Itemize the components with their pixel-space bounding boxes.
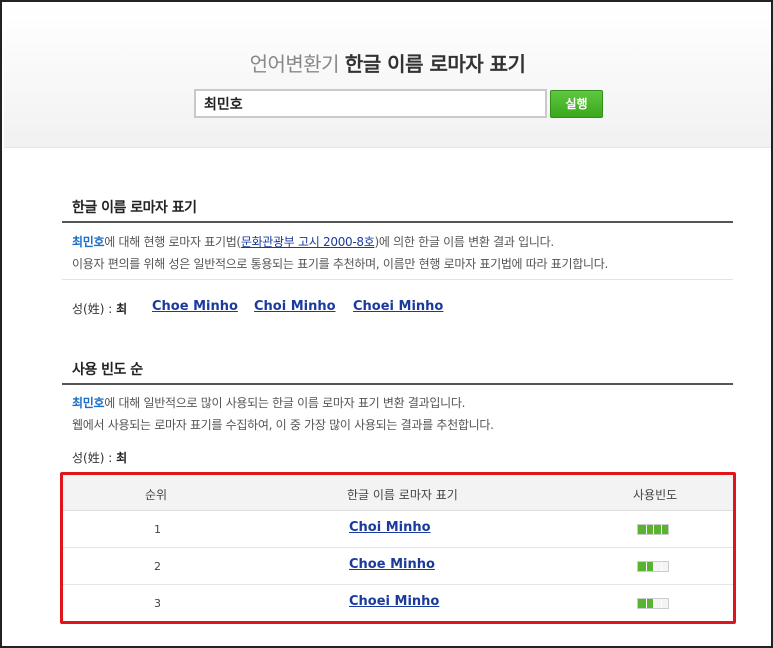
page-frame: 언어변환기 한글 이름 로마자 표기 실행 한글 이름 로마자 표기 최민호에 … — [0, 0, 773, 648]
section-title-frequency: 사용 빈도 순 — [72, 362, 143, 378]
surname-value: 최 — [116, 302, 128, 316]
title-main: 한글 이름 로마자 표기 — [344, 52, 526, 76]
query-name: 최민호 — [72, 235, 105, 249]
romanization-option-2[interactable]: Choi Minho — [254, 299, 336, 314]
desc-text: )에 의한 한글 이름 변환 결과 입니다. — [374, 235, 554, 249]
law-link[interactable]: 문화관광부 고시 2000-8호 — [241, 235, 375, 249]
romanization-option-1[interactable]: Choe Minho — [152, 299, 238, 314]
desc-text: 웹에서 사용되는 로마자 표기를 수집하여, 이 중 가장 많이 사용되는 결과… — [72, 418, 494, 432]
surname-label: 성(姓) : 최 — [72, 449, 127, 466]
section2-description: 최민호에 대해 일반적으로 많이 사용되는 한글 이름 로마자 표기 변환 결과… — [72, 392, 494, 436]
desc-text: 이용자 편의를 위해 성은 일반적으로 통용되는 표기를 추천하며, 이름만 현… — [72, 257, 609, 271]
header-area: 언어변환기 한글 이름 로마자 표기 — [4, 4, 771, 148]
run-button[interactable]: 실행 — [550, 90, 603, 118]
romanization-option-3[interactable]: Choei Minho — [353, 299, 443, 314]
page-title: 언어변환기 한글 이름 로마자 표기 — [4, 48, 771, 77]
section-title-romanization: 한글 이름 로마자 표기 — [72, 200, 197, 216]
section-divider — [62, 221, 733, 223]
title-sub: 언어변환기 — [249, 52, 340, 76]
highlight-box — [60, 472, 736, 624]
surname-label: 성(姓) : 최 — [72, 300, 127, 317]
query-name: 최민호 — [72, 396, 105, 410]
desc-text: 에 대해 일반적으로 많이 사용되는 한글 이름 로마자 표기 변환 결과입니다… — [104, 396, 466, 410]
divider — [62, 279, 733, 280]
section1-description: 최민호에 대해 현행 로마자 표기법(문화관광부 고시 2000-8호)에 의한… — [72, 231, 608, 275]
search-input[interactable] — [194, 89, 547, 118]
surname-value: 최 — [116, 451, 128, 465]
surname-label-text: 성(姓) : — [72, 302, 113, 316]
desc-text: 에 대해 현행 로마자 표기법( — [104, 235, 241, 249]
surname-label-text: 성(姓) : — [72, 451, 113, 465]
section-divider — [62, 383, 733, 385]
